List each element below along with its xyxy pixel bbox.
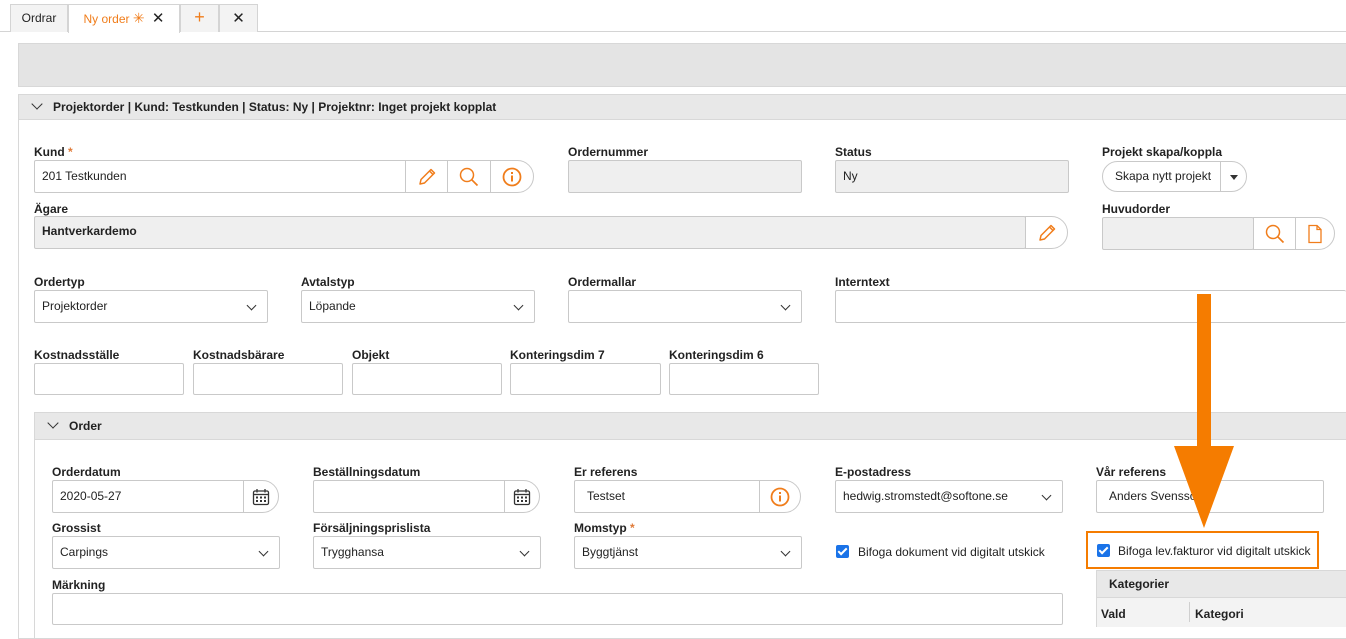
avtalstyp-label: Avtalstyp <box>301 275 355 289</box>
bifoga-levfakturor-checkbox[interactable] <box>1097 544 1110 557</box>
calendar-icon <box>513 488 531 505</box>
order-section-title: Order <box>69 419 102 433</box>
interntext-input[interactable] <box>835 290 1346 323</box>
epost-label: E-postadress <box>835 465 912 479</box>
bestallningsdatum-calendar-button[interactable] <box>504 480 540 513</box>
ordernummer-label: Ordernummer <box>568 145 649 159</box>
agare-input: Hantverkardemo <box>34 216 1026 249</box>
tab-ordrar[interactable]: Ordrar <box>10 4 68 32</box>
orderdatum-input[interactable]: 2020-05-27 <box>52 480 244 513</box>
konteringsdim6-label: Konteringsdim 6 <box>669 348 764 362</box>
interntext-label: Interntext <box>835 275 890 289</box>
chevron-down-icon <box>31 98 43 110</box>
konteringsdim6-input[interactable] <box>669 363 819 395</box>
bestallningsdatum-label: Beställningsdatum <box>313 465 421 479</box>
status-label: Status <box>835 145 872 159</box>
kostnadsstalle-input[interactable] <box>34 363 184 395</box>
pencil-icon <box>418 168 435 185</box>
epost-select[interactable]: hedwig.stromstedt@softone.se <box>835 480 1063 513</box>
objekt-label: Objekt <box>352 348 390 362</box>
momstyp-select[interactable]: Byggtjänst <box>574 536 802 569</box>
document-huvudorder-button[interactable] <box>1295 217 1335 250</box>
column-divider <box>1189 602 1190 622</box>
tab-ny-order-label: Ny order <box>83 12 130 26</box>
tab-ny-order[interactable]: Ny order ✳ ✕ <box>68 4 180 33</box>
projekt-label: Projekt skapa/koppla <box>1102 145 1223 159</box>
search-icon <box>459 167 479 186</box>
close-all-tabs-button[interactable]: ✕ <box>219 4 258 32</box>
tab-ordrar-label: Ordrar <box>21 11 57 25</box>
projektorder-section-header[interactable]: Projektorder | Kund: Testkunden | Status… <box>18 94 1346 120</box>
kostnadsbarare-label: Kostnadsbärare <box>193 348 285 362</box>
kund-label: Kund * <box>34 145 73 159</box>
bifoga-levfakturor-label: Bifoga lev.fakturor vid digitalt utskick <box>1118 544 1311 558</box>
kategorier-table-header: Vald Kategori <box>1096 598 1346 627</box>
kategorier-header: Kategorier <box>1096 570 1346 598</box>
grossist-select[interactable]: Carpings <box>52 536 280 569</box>
prislista-label: Försäljningsprislista <box>313 521 431 535</box>
calendar-icon <box>252 488 270 505</box>
objekt-input[interactable] <box>352 363 502 395</box>
toolbar <box>18 43 1346 87</box>
er-referens-label: Er referens <box>574 465 638 479</box>
edit-agare-button[interactable] <box>1025 216 1068 249</box>
bifoga-dokument-label: Bifoga dokument vid digitalt utskick <box>858 545 1045 559</box>
split-divider <box>1220 162 1221 191</box>
prislista-select[interactable]: Trygghansa <box>313 536 541 569</box>
er-referens-info-button[interactable] <box>759 480 801 513</box>
col-kategori[interactable]: Kategori <box>1195 607 1244 621</box>
markning-input[interactable] <box>52 593 1063 625</box>
ordernummer-input <box>568 160 802 193</box>
ordermallar-select[interactable] <box>568 290 802 323</box>
skapa-projekt-button-label[interactable]: Skapa nytt projekt <box>1115 162 1211 191</box>
er-referens-input[interactable]: Testset <box>574 480 760 513</box>
kund-input[interactable]: 201 Testkunden <box>34 160 406 193</box>
search-huvudorder-button[interactable] <box>1253 217 1296 250</box>
momstyp-label: Momstyp * <box>574 521 635 535</box>
tab-bar: Ordrar Ny order ✳ ✕ + ✕ <box>0 0 1346 33</box>
huvudorder-label: Huvudorder <box>1102 202 1171 216</box>
orderdatum-calendar-button[interactable] <box>243 480 279 513</box>
tab-close-icon[interactable]: ✕ <box>152 10 165 27</box>
chevron-down-icon <box>47 417 59 429</box>
info-icon <box>502 167 522 186</box>
pencil-icon <box>1038 224 1055 241</box>
avtalstyp-select[interactable]: Löpande <box>301 290 535 323</box>
close-icon: ✕ <box>232 10 245 27</box>
agare-label: Ägare <box>34 202 69 216</box>
konteringsdim7-label: Konteringsdim 7 <box>510 348 605 362</box>
huvudorder-input <box>1102 217 1254 250</box>
var-referens-label: Vår referens <box>1096 465 1167 479</box>
bestallningsdatum-input[interactable] <box>313 480 505 513</box>
status-input: Ny <box>835 160 1069 193</box>
kategorier-title: Kategorier <box>1109 577 1170 591</box>
skapa-projekt-split-button[interactable]: Skapa nytt projekt <box>1102 161 1247 192</box>
col-vald[interactable]: Vald <box>1101 607 1126 621</box>
projektorder-section-title: Projektorder | Kund: Testkunden | Status… <box>53 100 497 114</box>
order-section-header[interactable]: Order <box>34 412 1346 440</box>
document-icon <box>1308 224 1322 243</box>
ordertyp-select[interactable]: Projektorder <box>34 290 268 323</box>
ordermallar-label: Ordermallar <box>568 275 637 289</box>
konteringsdim7-input[interactable] <box>510 363 661 395</box>
arrow-down-icon <box>1174 294 1234 528</box>
search-kund-button[interactable] <box>447 160 491 193</box>
kostnadsstalle-label: Kostnadsställe <box>34 348 120 362</box>
edit-kund-button[interactable] <box>405 160 448 193</box>
add-tab-button[interactable]: + <box>180 4 219 32</box>
info-icon <box>770 487 790 506</box>
search-icon <box>1265 224 1284 243</box>
plus-icon: + <box>194 7 205 27</box>
orderdatum-label: Orderdatum <box>52 465 121 479</box>
markning-label: Märkning <box>52 578 106 592</box>
caret-down-icon[interactable] <box>1230 175 1238 180</box>
bifoga-dokument-checkbox[interactable] <box>836 545 849 558</box>
info-kund-button[interactable] <box>490 160 534 193</box>
ordertyp-label: Ordertyp <box>34 275 85 289</box>
modified-star-icon: ✳ <box>132 10 145 26</box>
kostnadsbarare-input[interactable] <box>193 363 343 395</box>
grossist-label: Grossist <box>52 521 101 535</box>
